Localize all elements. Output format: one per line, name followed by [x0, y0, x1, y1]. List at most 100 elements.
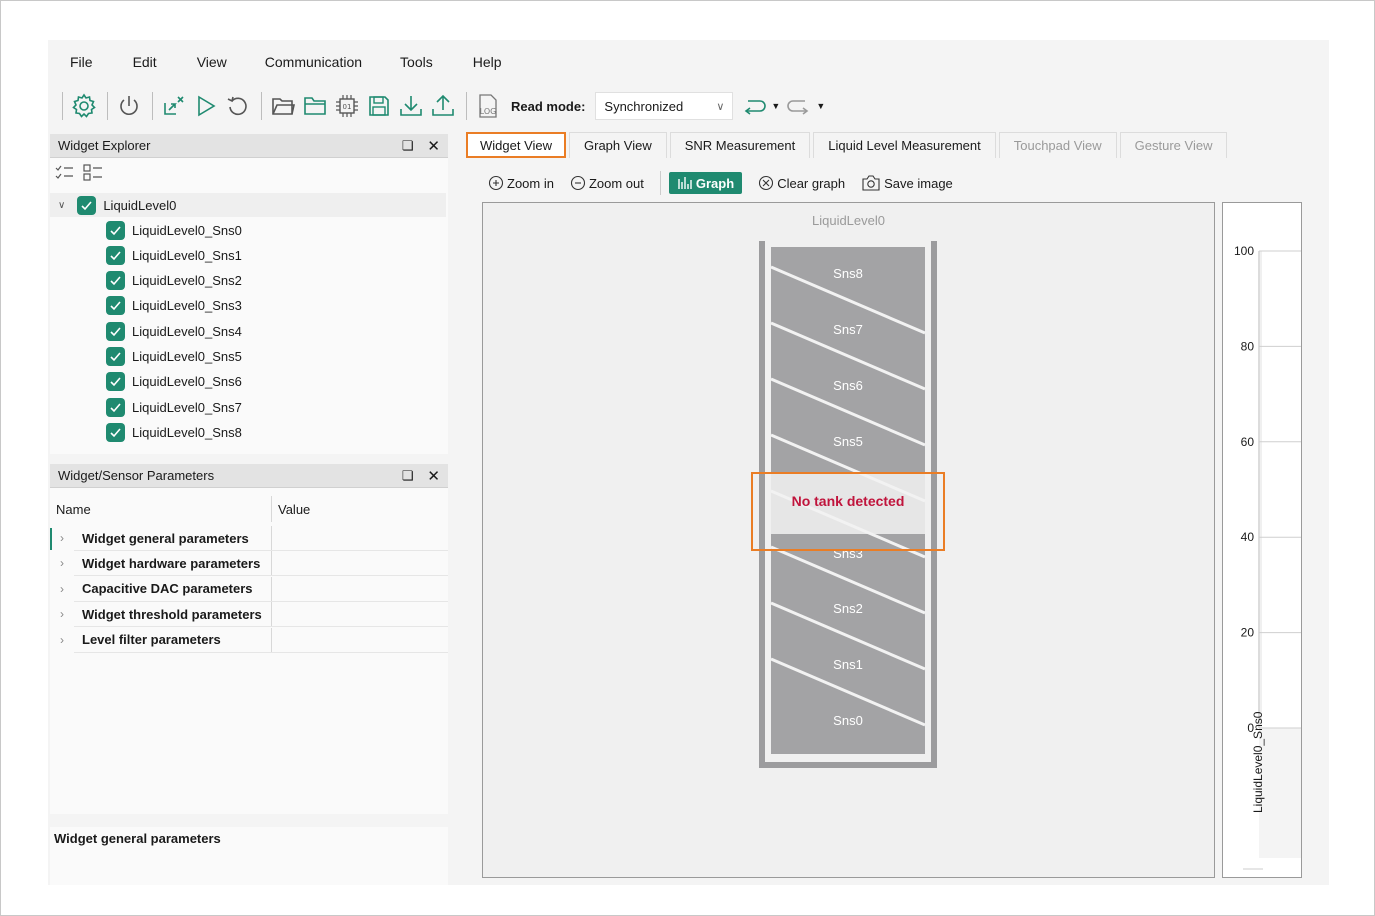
sensor-item[interactable]: LiquidLevel0_Sns8: [106, 420, 242, 444]
chevron-right-icon[interactable]: ›: [60, 556, 64, 570]
zoom-in-icon: [488, 175, 504, 191]
chevron-right-icon[interactable]: ›: [60, 582, 64, 596]
folder-icon[interactable]: [300, 91, 330, 121]
chevron-down-icon[interactable]: ∨: [58, 200, 65, 211]
level-graph: 100 80 60 40 20 0 LiquidLevel0_Sns0: [1222, 202, 1302, 878]
sensor-label: LiquidLevel0_Sns5: [132, 349, 242, 364]
widget-canvas[interactable]: LiquidLevel0 Sns8 Sns7 Sns6 Sns5 Sns3 Sns2 Sns…: [482, 202, 1215, 878]
sensor-label: LiquidLevel0_Sns2: [132, 273, 242, 289]
sensor-label: Sns7: [833, 322, 863, 337]
tab-snr-measurement[interactable]: SNR Measurement: [669, 132, 811, 158]
checkbox-icon[interactable]: [106, 422, 125, 442]
close-icon[interactable]: ✕: [427, 137, 440, 155]
checkbox-icon[interactable]: [106, 321, 125, 341]
checkbox-icon[interactable]: [106, 296, 125, 316]
clear-graph-button[interactable]: Clear graph: [758, 175, 845, 191]
tab-gesture-view: Gesture View: [1119, 132, 1228, 158]
parameter-row[interactable]: Widget general parameters: [74, 526, 448, 551]
tab-graph-view[interactable]: Graph View: [569, 132, 667, 158]
tank-wall-bottom: [759, 762, 937, 768]
application-window: File Edit View Communication Tools Help: [48, 40, 1329, 885]
save-image-button[interactable]: Save image: [861, 175, 953, 191]
parameter-name: Widget hardware parameters: [74, 551, 272, 576]
undo-icon[interactable]: [739, 91, 769, 121]
save-image-label: Save image: [884, 175, 953, 191]
tab-liquid-level-measurement[interactable]: Liquid Level Measurement: [813, 132, 996, 158]
graph-toggle-button[interactable]: Graph: [668, 172, 743, 194]
sensor-item[interactable]: LiquidLevel0_Sns4: [106, 319, 242, 343]
chevron-right-icon[interactable]: ›: [60, 531, 64, 545]
checkbox-icon[interactable]: [77, 195, 97, 215]
checkbox-icon[interactable]: [106, 397, 125, 417]
parameter-value: [272, 602, 448, 626]
checkbox-icon[interactable]: [106, 271, 125, 291]
sensor-label: LiquidLevel0_Sns7: [132, 399, 242, 415]
undo-dropdown-icon[interactable]: ▼: [771, 101, 780, 111]
download-icon[interactable]: [396, 91, 426, 121]
level-tick-label: 60: [1241, 435, 1255, 449]
read-mode-label: Read mode:: [511, 98, 586, 114]
parameter-row[interactable]: Capacitive DAC parameters: [74, 576, 448, 602]
float-panel-icon[interactable]: ❏: [402, 468, 414, 484]
tank-wall-left: [759, 241, 765, 768]
tab-widget-view[interactable]: Widget View: [466, 132, 567, 158]
menu-communication[interactable]: Communication: [265, 54, 362, 70]
checkbox-icon[interactable]: [106, 372, 125, 392]
no-tank-alert: No tank detected: [792, 493, 905, 509]
sensor-label: Sns5: [833, 434, 863, 449]
uncheck-all-icon[interactable]: [83, 164, 103, 185]
column-value[interactable]: Value: [272, 496, 310, 522]
bar-chart-icon: [678, 177, 692, 189]
chevron-right-icon[interactable]: ›: [60, 633, 64, 647]
level-tick-label: 80: [1241, 339, 1255, 353]
check-all-icon[interactable]: [55, 164, 75, 185]
redo-icon[interactable]: [784, 91, 814, 121]
checkbox-icon[interactable]: [106, 220, 125, 240]
menu-edit[interactable]: Edit: [133, 54, 157, 70]
read-mode-select[interactable]: Synchronized ∨: [595, 92, 734, 120]
gear-icon[interactable]: [69, 91, 99, 121]
sensor-item[interactable]: LiquidLevel0_Sns7: [106, 395, 242, 419]
upload-icon[interactable]: [428, 91, 458, 121]
zoom-out-button[interactable]: Zoom out: [570, 175, 644, 191]
column-name[interactable]: Name: [50, 496, 272, 522]
zoom-in-button[interactable]: Zoom in: [488, 175, 554, 191]
power-icon[interactable]: [114, 91, 144, 121]
sensor-item[interactable]: LiquidLevel0_Sns0: [106, 218, 242, 242]
svg-text:LOG: LOG: [480, 107, 497, 116]
toolbar-separator: [261, 92, 262, 120]
checkbox-icon[interactable]: [106, 347, 125, 366]
sensor-item[interactable]: LiquidLevel0_Sns2: [106, 269, 242, 293]
menu-tools[interactable]: Tools: [400, 54, 433, 70]
sensor-item[interactable]: LiquidLevel0_Sns1: [106, 243, 242, 267]
float-panel-icon[interactable]: ❏: [402, 138, 414, 154]
sensor-item[interactable]: LiquidLevel0_Sns6: [106, 370, 242, 394]
menu-view[interactable]: View: [197, 54, 227, 70]
menu-help[interactable]: Help: [473, 54, 502, 70]
parameter-row[interactable]: Level filter parameters: [74, 627, 448, 653]
level-tick-label: 100: [1234, 244, 1254, 258]
sensor-label: Sns3: [833, 546, 863, 561]
parameter-name: Level filter parameters: [74, 627, 272, 652]
checkbox-icon[interactable]: [106, 245, 125, 265]
menu-bar: File Edit View Communication Tools Help: [48, 40, 1329, 84]
sensor-item[interactable]: LiquidLevel0_Sns5: [106, 345, 242, 369]
series-label: LiquidLevel0_Sns0: [1251, 711, 1265, 813]
disconnect-icon[interactable]: [159, 91, 189, 121]
sensor-item[interactable]: LiquidLevel0_Sns3: [106, 294, 242, 318]
chip-icon[interactable]: 01: [332, 91, 362, 121]
restart-icon[interactable]: [223, 91, 253, 121]
parameter-row[interactable]: Widget hardware parameters: [74, 551, 448, 577]
zoom-in-label: Zoom in: [507, 175, 554, 191]
log-icon[interactable]: LOG: [473, 91, 503, 121]
parameter-row[interactable]: Widget threshold parameters: [74, 602, 448, 628]
widget-explorer-panel: Widget Explorer ❏ ✕ ∨ LiquidLevel0 Liqui…: [50, 134, 448, 454]
menu-file[interactable]: File: [70, 54, 93, 70]
play-icon[interactable]: [191, 91, 221, 121]
save-icon[interactable]: [364, 91, 394, 121]
tree-root-item[interactable]: ∨ LiquidLevel0: [50, 193, 446, 217]
chevron-right-icon[interactable]: ›: [60, 607, 64, 621]
redo-dropdown-icon[interactable]: ▼: [816, 101, 825, 111]
open-folder-icon[interactable]: [268, 91, 298, 121]
close-icon[interactable]: ✕: [427, 467, 440, 485]
